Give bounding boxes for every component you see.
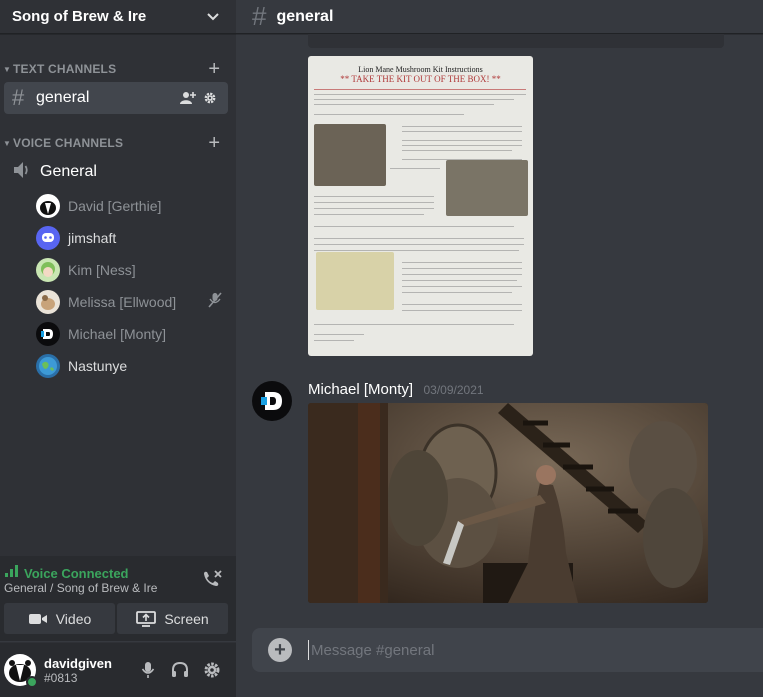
screen-button-label: Screen [164, 610, 209, 627]
gear-icon[interactable] [196, 654, 228, 686]
voice-user[interactable]: Kim [Ness] [36, 256, 226, 284]
message-composer: + [252, 628, 763, 672]
channel-name: general [36, 89, 90, 106]
video-button-label: Video [55, 610, 92, 627]
message-author[interactable]: Michael [Monty] [308, 381, 413, 398]
disconnect-icon[interactable] [202, 570, 222, 593]
mushroom-photo [314, 124, 386, 186]
voice-status[interactable]: Voice Connected [4, 564, 129, 582]
message-header: Michael [Monty] 03/09/2021 [308, 381, 484, 399]
avatar[interactable] [4, 654, 38, 688]
video-button[interactable]: Video [4, 603, 115, 634]
speaker-icon [12, 161, 32, 184]
chevron-down-icon: ▼ [3, 138, 11, 148]
voice-user-name: jimshaft [68, 230, 117, 246]
chat-area: # general Lion Mane Mushroom Kit Instruc… [236, 0, 763, 697]
discord-blue-avatar [36, 226, 60, 250]
video-frame [308, 403, 708, 603]
add-channel-icon[interactable]: + [208, 133, 220, 153]
attachment-video[interactable] [308, 403, 708, 603]
channel-sidebar: Song of Brew & Ire ▼ TEXT CHANNELS + # g… [0, 0, 236, 697]
voice-user[interactable]: David [Gerthie] [36, 192, 226, 220]
video-camera-icon [28, 613, 47, 624]
screen-share-button[interactable]: Screen [117, 603, 228, 634]
user-panel: davidgiven #0813 [0, 643, 236, 697]
category-label: VOICE CHANNELS [13, 136, 124, 150]
microphone-icon[interactable] [132, 654, 164, 686]
voice-channel-name: General [40, 163, 97, 180]
channel-item-general[interactable]: # general [4, 82, 228, 114]
voice-user-name: Kim [Ness] [68, 262, 136, 278]
voice-user-name: Nastunye [68, 358, 128, 374]
headphones-icon[interactable] [164, 654, 196, 686]
previous-embed [308, 34, 724, 48]
voice-status-text: Voice Connected [24, 565, 129, 581]
user-info[interactable]: davidgiven #0813 [44, 656, 132, 685]
category-label: TEXT CHANNELS [13, 62, 117, 76]
hash-icon: # [252, 1, 267, 31]
chevron-down-icon: ▼ [3, 64, 11, 74]
voice-user[interactable]: jimshaft [36, 224, 226, 252]
text-caret [308, 640, 309, 660]
badger-avatar [36, 194, 60, 218]
voice-user[interactable]: Nastunye [36, 352, 226, 380]
mushroom-photo [446, 160, 528, 216]
server-name: Song of Brew & Ire [12, 8, 147, 25]
voice-channel-general[interactable]: General [8, 158, 228, 186]
message-timestamp: 03/09/2021 [423, 383, 484, 397]
muted-mic-icon [208, 291, 222, 313]
anime-green-avatar [36, 258, 60, 282]
add-attachment-icon[interactable]: + [268, 638, 292, 662]
d-logo-icon [261, 392, 282, 410]
invite-icon[interactable] [178, 90, 198, 106]
category-voice-channels[interactable]: ▼ VOICE CHANNELS + [0, 133, 236, 153]
attachment-image[interactable]: Lion Mane Mushroom Kit Instructions ** T… [308, 56, 533, 356]
hash-icon: # [12, 85, 25, 110]
voice-connection-panel: Voice Connected General / Song of Brew &… [0, 556, 236, 642]
gear-icon[interactable] [200, 90, 220, 106]
online-status-dot [26, 676, 38, 688]
voice-location[interactable]: General / Song of Brew & Ire [4, 581, 157, 595]
username: davidgiven [44, 655, 112, 671]
voice-user[interactable]: Michael [Monty] [36, 320, 226, 348]
channel-title: general [276, 7, 334, 25]
avatar[interactable] [252, 381, 292, 421]
message-input[interactable] [311, 641, 763, 659]
screen-share-icon [136, 610, 157, 627]
channel-header: # general [236, 0, 763, 34]
mushroom-photo [316, 252, 394, 310]
server-header[interactable]: Song of Brew & Ire [0, 0, 236, 34]
earth-avatar [36, 354, 60, 378]
category-text-channels[interactable]: ▼ TEXT CHANNELS + [0, 59, 236, 79]
voice-user-name: Michael [Monty] [68, 326, 167, 342]
document-title: Lion Mane Mushroom Kit Instructions [358, 65, 483, 74]
voice-user[interactable]: Melissa [Ellwood] [36, 288, 226, 316]
d-logo-avatar [36, 322, 60, 346]
voice-user-name: David [Gerthie] [68, 198, 162, 214]
signal-icon [4, 564, 20, 582]
add-channel-icon[interactable]: + [208, 59, 220, 79]
voice-user-name: Melissa [Ellwood] [68, 294, 177, 310]
dog-avatar [36, 290, 60, 314]
user-discriminator: #0813 [44, 670, 78, 685]
chevron-down-icon[interactable] [206, 10, 220, 24]
document-headline: ** TAKE THE KIT OUT OF THE BOX! ** [340, 74, 501, 84]
